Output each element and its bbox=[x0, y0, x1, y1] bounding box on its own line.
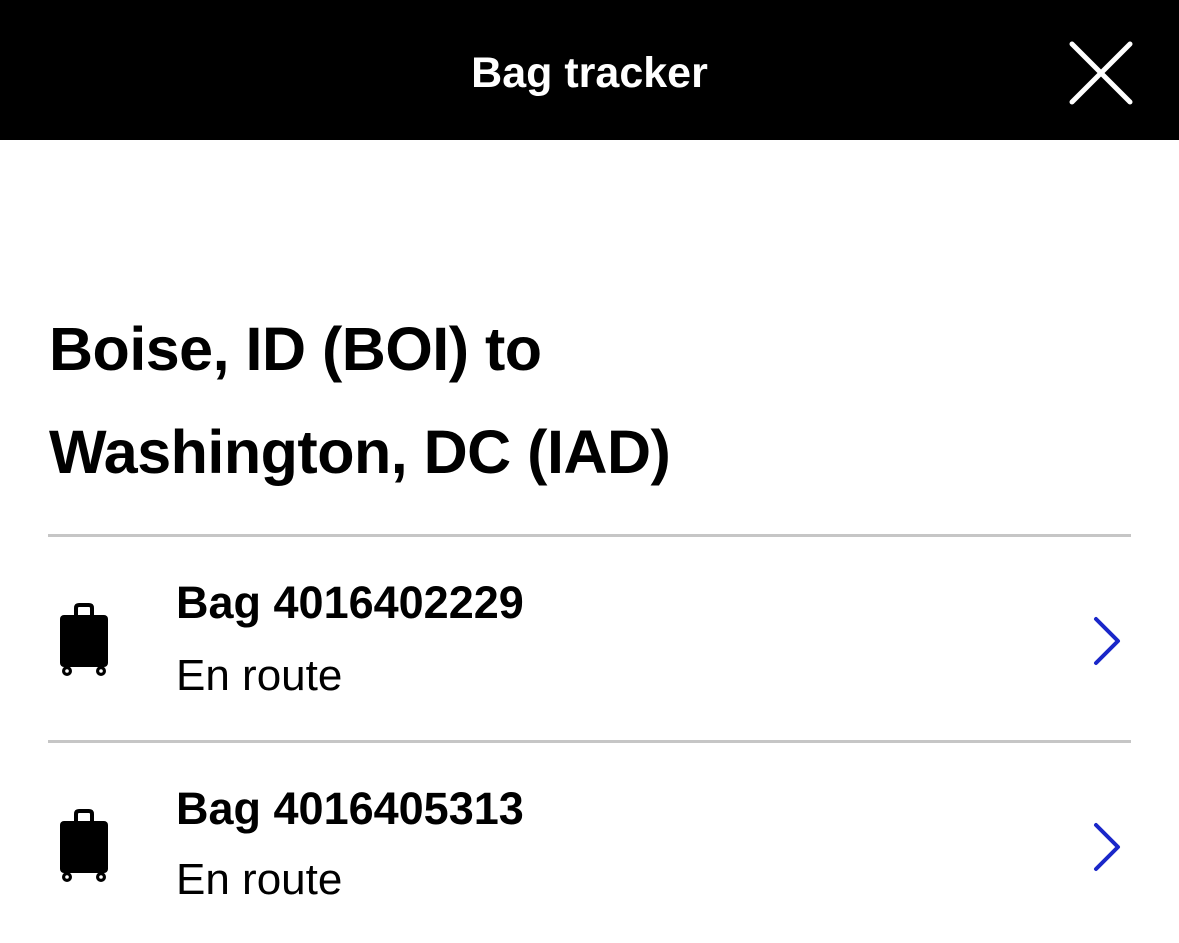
close-button[interactable] bbox=[1060, 32, 1142, 114]
luggage-icon bbox=[56, 603, 112, 677]
bag-status: En route bbox=[176, 651, 343, 700]
route-origin-line: Boise, ID (BOI) to bbox=[49, 315, 542, 383]
bag-number: Bag 4016402229 bbox=[176, 577, 524, 628]
luggage-icon bbox=[56, 809, 112, 883]
close-icon[interactable] bbox=[1060, 32, 1142, 114]
page-title: Bag tracker bbox=[471, 49, 708, 97]
bag-list-item[interactable]: Bag 4016405313 En route bbox=[48, 743, 1131, 943]
chevron-right-icon bbox=[1090, 615, 1124, 667]
route-destination-line: Washington, DC (IAD) bbox=[49, 418, 671, 486]
bag-status: En route bbox=[176, 855, 343, 904]
bag-number: Bag 4016405313 bbox=[176, 783, 524, 834]
chevron-right-icon bbox=[1090, 821, 1124, 873]
route-title: Boise, ID (BOI) to Washington, DC (IAD) bbox=[49, 298, 1129, 504]
bag-list-item[interactable]: Bag 4016402229 En route bbox=[48, 537, 1131, 737]
